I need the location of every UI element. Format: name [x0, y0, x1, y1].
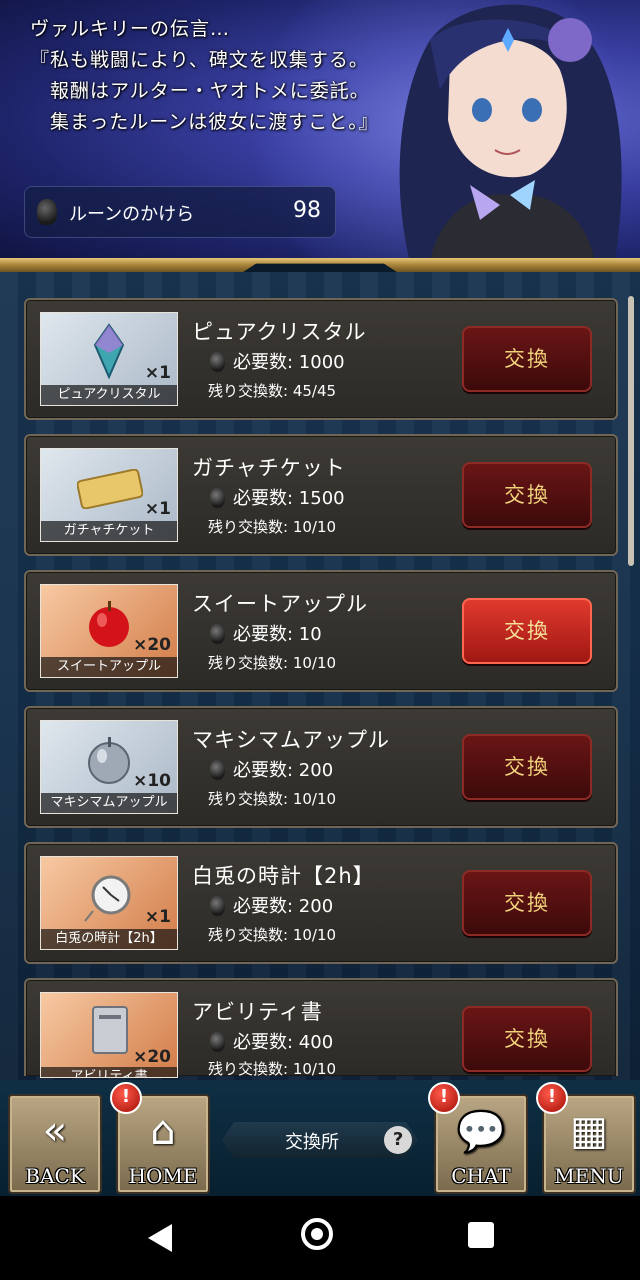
item-remaining: 残り交換数: 10/10 — [208, 926, 337, 944]
exchange-item-gacha-ticket: ×1 ガチャチケット ガチャチケット 必要数: 1500 残り交換数: 10/1… — [24, 434, 618, 556]
grid-menu-icon: ▦ — [570, 1108, 608, 1154]
item-thumbnail: ×1 ピュアクリスタル — [40, 312, 178, 406]
item-remaining: 残り交換数: 10/10 — [208, 790, 337, 808]
item-required-text: 必要数: 400 — [233, 1032, 334, 1053]
item-title: 白兎の時計【2h】 — [192, 864, 375, 888]
rune-icon — [210, 624, 225, 644]
system-home-icon[interactable] — [301, 1218, 333, 1250]
item-required: 必要数: 1500 — [210, 484, 345, 510]
item-thumbnail: ×1 白兎の時計【2h】 — [40, 856, 178, 950]
exchange-button[interactable]: 交換 — [462, 326, 592, 392]
chat-alert-badge: ! — [428, 1082, 460, 1114]
bottom-nav-bar: « BACK ⌂ HOME ! 交換所 ? 💬 CHAT ! ▦ MENU ! — [0, 1080, 640, 1196]
item-required-text: 必要数: 200 — [233, 760, 334, 781]
home-icon: ⌂ — [150, 1108, 176, 1154]
item-quantity: ×20 — [133, 635, 171, 655]
back-button[interactable]: « BACK — [8, 1094, 102, 1194]
rune-icon — [210, 352, 225, 372]
menu-label: MENU — [554, 1164, 624, 1188]
rune-counter: ルーンのかけら 98 — [24, 186, 336, 238]
item-thumbnail: ×10 マキシマムアップル — [40, 720, 178, 814]
gacha-ticket-icon — [77, 469, 143, 509]
header-divider — [0, 258, 640, 272]
item-caption: 白兎の時計【2h】 — [41, 929, 177, 949]
chat-label: CHAT — [451, 1164, 511, 1188]
exchange-button[interactable]: 交換 — [462, 598, 592, 664]
item-thumbnail: ×1 ガチャチケット — [40, 448, 178, 542]
crystal-icon — [93, 323, 125, 379]
item-title: スイートアップル — [192, 592, 368, 616]
back-label: BACK — [25, 1164, 85, 1188]
item-required: 必要数: 200 — [210, 756, 333, 782]
exchange-button[interactable]: 交換 — [462, 1006, 592, 1072]
exchange-button[interactable]: 交換 — [462, 462, 592, 528]
exchange-item-ability-book: ×20 アビリティ書 アビリティ書 必要数: 400 残り交換数: 10/10 … — [24, 978, 618, 1078]
item-remaining: 残り交換数: 10/10 — [208, 1060, 337, 1078]
rune-icon — [210, 896, 225, 916]
screen-title: 交換所 — [285, 1132, 339, 1153]
system-back-icon[interactable] — [148, 1224, 172, 1252]
item-required-text: 必要数: 200 — [233, 896, 334, 917]
list-scrollbar[interactable] — [628, 296, 634, 566]
exchange-button[interactable]: 交換 — [462, 734, 592, 800]
pocket-watch-icon — [84, 875, 131, 922]
home-alert-badge: ! — [110, 1082, 142, 1114]
item-thumbnail: ×20 アビリティ書 — [40, 992, 178, 1078]
exchange-item-sweet-apple: ×20 スイートアップル スイートアップル 必要数: 10 残り交換数: 10/… — [24, 570, 618, 692]
double-chevron-left-icon: « — [42, 1108, 68, 1154]
item-required: 必要数: 200 — [210, 892, 333, 918]
rune-icon — [37, 199, 57, 225]
item-required: 必要数: 1000 — [210, 348, 345, 374]
item-required-text: 必要数: 1500 — [233, 488, 345, 509]
item-caption: スイートアップル — [41, 657, 177, 677]
header-banner: ヴァルキリーの伝言… 『私も戦闘により、碑文を収集する。 報酬はアルター・ヤオト… — [0, 0, 640, 262]
system-navigation-bar — [0, 1196, 640, 1280]
item-required-text: 必要数: 10 — [233, 624, 322, 645]
item-title: マキシマムアップル — [192, 728, 390, 752]
item-caption: アビリティ書 — [41, 1067, 177, 1077]
item-remaining: 残り交換数: 45/45 — [208, 382, 337, 400]
chat-button[interactable]: 💬 CHAT ! — [428, 1082, 528, 1194]
red-apple-icon — [89, 601, 129, 647]
item-quantity: ×10 — [133, 771, 171, 791]
rune-count: 98 — [293, 198, 321, 223]
home-button[interactable]: ⌂ HOME ! — [110, 1082, 210, 1194]
item-remaining: 残り交換数: 10/10 — [208, 518, 337, 536]
home-label: HOME — [128, 1164, 198, 1188]
character-portrait — [399, 4, 622, 262]
help-icon: ? — [392, 1128, 404, 1150]
item-title: ガチャチケット — [192, 456, 346, 480]
item-required-text: 必要数: 1000 — [233, 352, 345, 373]
rune-icon — [210, 760, 225, 780]
rune-label: ルーンのかけら — [69, 204, 195, 225]
rune-icon — [210, 488, 225, 508]
menu-alert-badge: ! — [536, 1082, 568, 1114]
item-quantity: ×20 — [133, 1047, 171, 1067]
item-caption: ピュアクリスタル — [41, 385, 177, 405]
item-title: ピュアクリスタル — [192, 320, 367, 344]
item-remaining: 残り交換数: 10/10 — [208, 654, 337, 672]
item-caption: ガチャチケット — [41, 521, 177, 541]
exchange-item-maximum-apple: ×10 マキシマムアップル マキシマムアップル 必要数: 200 残り交換数: … — [24, 706, 618, 828]
item-title: アビリティ書 — [192, 1000, 323, 1024]
item-quantity: ×1 — [144, 363, 171, 383]
exchange-button[interactable]: 交換 — [462, 870, 592, 936]
system-recents-icon[interactable] — [468, 1222, 494, 1248]
item-quantity: ×1 — [144, 499, 171, 519]
exchange-item-pure-crystal: ×1 ピュアクリスタル ピュアクリスタル 必要数: 1000 残り交換数: 45… — [24, 298, 618, 420]
item-thumbnail: ×20 スイートアップル — [40, 584, 178, 678]
exchange-item-rabbit-watch: ×1 白兎の時計【2h】 白兎の時計【2h】 必要数: 200 残り交換数: 1… — [24, 842, 618, 964]
item-required: 必要数: 10 — [210, 620, 322, 646]
item-required: 必要数: 400 — [210, 1028, 333, 1054]
rune-icon — [210, 1032, 225, 1052]
item-quantity: ×1 — [144, 907, 171, 927]
ability-book-icon — [92, 1006, 128, 1054]
chat-bubble-icon: 💬 — [456, 1109, 506, 1155]
silver-apple-icon — [88, 737, 130, 784]
item-caption: マキシマムアップル — [41, 793, 177, 813]
menu-button[interactable]: ▦ MENU ! — [536, 1082, 636, 1194]
